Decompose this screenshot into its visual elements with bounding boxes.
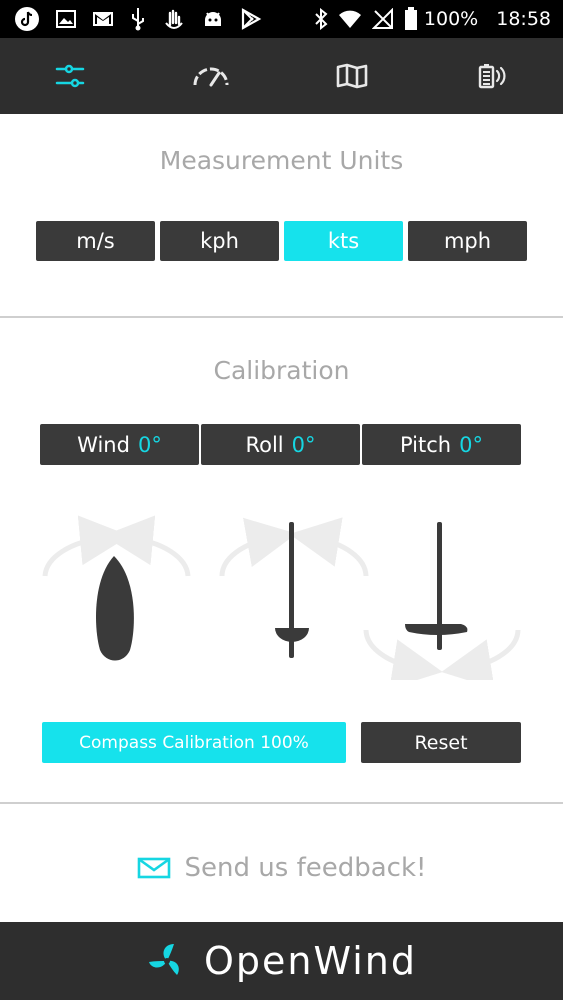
tab-gauges[interactable] bbox=[141, 38, 282, 114]
pitch-board-illustration bbox=[363, 522, 521, 680]
wind-label: Wind bbox=[77, 432, 130, 457]
feedback-link[interactable]: Send us feedback! bbox=[0, 848, 563, 888]
tab-settings[interactable] bbox=[0, 38, 141, 114]
wind-boat-illustration bbox=[42, 515, 191, 661]
unit-button-ms[interactable]: m/s bbox=[36, 221, 155, 261]
play-store-icon bbox=[241, 8, 262, 30]
unit-button-kph[interactable]: kph bbox=[160, 221, 279, 261]
section-divider bbox=[0, 802, 563, 804]
roll-board-illustration bbox=[219, 517, 369, 658]
openwind-logo-icon bbox=[149, 944, 179, 975]
wifi-icon bbox=[338, 10, 361, 28]
calibration-values: Wind 0° Roll 0° Pitch 0° bbox=[40, 424, 521, 465]
pitch-value: 0° bbox=[459, 432, 483, 457]
pitch-calibration-button[interactable]: Pitch 0° bbox=[362, 424, 521, 465]
gmail-icon bbox=[93, 12, 113, 26]
image-icon bbox=[56, 10, 76, 28]
envelope-icon bbox=[137, 857, 170, 879]
calibration-illustrations bbox=[42, 515, 521, 680]
compass-calibration-button[interactable]: Compass Calibration 100% bbox=[42, 722, 346, 763]
unit-button-mph[interactable]: mph bbox=[408, 221, 527, 261]
roll-calibration-button[interactable]: Roll 0° bbox=[201, 424, 360, 465]
notification-icons bbox=[14, 6, 278, 32]
measurement-units-title: Measurement Units bbox=[159, 146, 404, 175]
battery-percent: 100% bbox=[423, 8, 479, 30]
battery-signal-icon bbox=[478, 64, 506, 89]
wind-calibration-button[interactable]: Wind 0° bbox=[40, 424, 199, 465]
android-icon bbox=[205, 12, 221, 26]
pitch-label: Pitch bbox=[399, 432, 452, 457]
roll-value: 0° bbox=[291, 432, 316, 457]
bluetooth-icon bbox=[315, 8, 328, 30]
top-nav bbox=[0, 38, 563, 114]
battery-icon bbox=[404, 7, 417, 30]
roll-label: Roll bbox=[245, 432, 284, 457]
feedback-label: Send us feedback! bbox=[184, 853, 427, 883]
sliders-icon bbox=[56, 64, 85, 88]
clock: 18:58 bbox=[496, 8, 551, 30]
wind-value: 0° bbox=[137, 432, 162, 457]
map-icon bbox=[336, 63, 368, 89]
tiktok-icon bbox=[15, 7, 39, 31]
unit-selector: m/s kph kts mph bbox=[36, 221, 527, 261]
calibration-title: Calibration bbox=[213, 356, 350, 385]
hand-icon bbox=[165, 9, 183, 29]
tab-device[interactable] bbox=[422, 38, 563, 114]
no-signal-icon bbox=[371, 8, 393, 29]
unit-button-kts[interactable]: kts bbox=[284, 221, 403, 261]
footer-brand-bar: OpenWind bbox=[0, 922, 563, 1000]
status-bar: 100% 18:58 bbox=[0, 0, 563, 38]
speedometer-icon bbox=[193, 67, 229, 87]
usb-icon bbox=[132, 8, 144, 31]
brand-name: OpenWind bbox=[204, 939, 417, 983]
section-divider bbox=[0, 316, 563, 318]
system-icons: 100% 18:58 bbox=[304, 6, 551, 32]
tab-map[interactable] bbox=[282, 38, 423, 114]
reset-button[interactable]: Reset bbox=[361, 722, 521, 763]
